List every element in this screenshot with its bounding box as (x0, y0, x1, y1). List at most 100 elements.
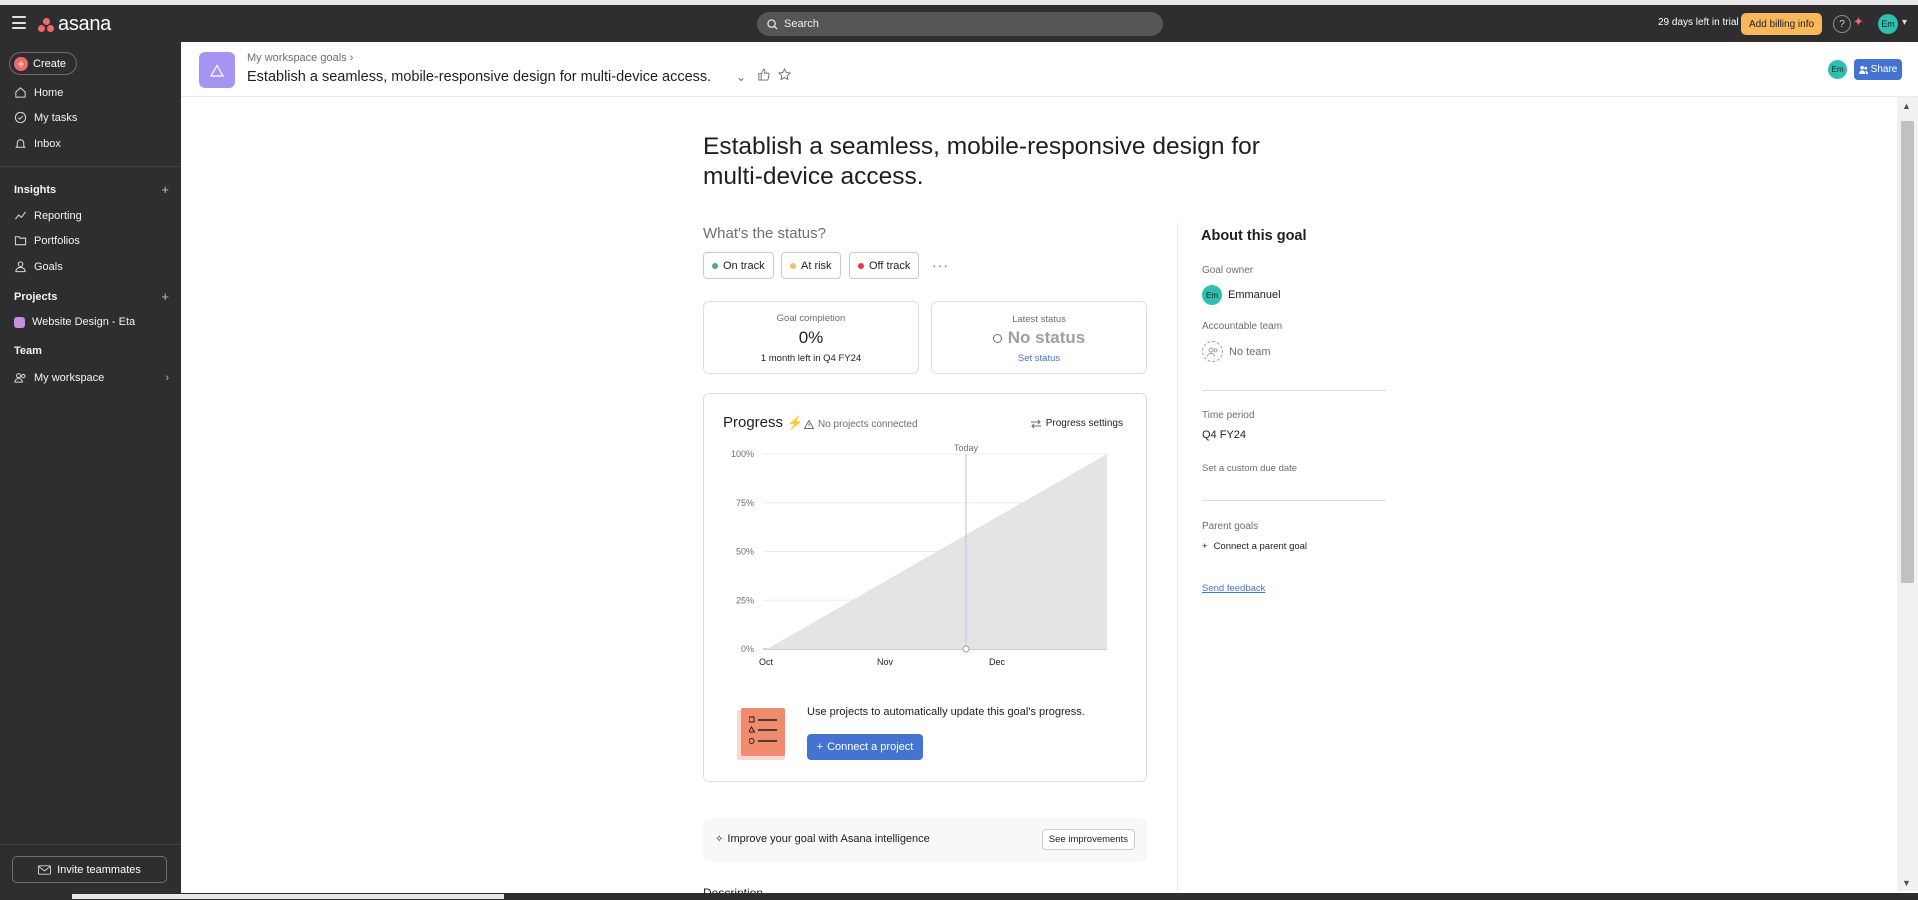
y-tick-label: 0% (741, 644, 754, 654)
create-label: Create (33, 57, 67, 70)
see-improvements-button[interactable]: See improvements (1041, 829, 1135, 850)
team-title: Team (14, 345, 42, 357)
connect-project-label: Connect a project (827, 741, 914, 753)
connect-parent-label: Connect a parent goal (1213, 541, 1308, 552)
horizontal-scrollbar-thumb[interactable] (72, 894, 504, 899)
sidebar-item-my-tasks[interactable]: My tasks (14, 111, 169, 124)
status-label: At risk (801, 259, 832, 272)
team-icon (14, 373, 26, 383)
custom-due-date-link[interactable]: Set a custom due date (1202, 463, 1297, 474)
y-tick-label: 25% (736, 595, 754, 605)
goal-title[interactable]: Establish a seamless, mobile-responsive … (703, 132, 1323, 192)
chevron-right-icon[interactable]: › (165, 372, 169, 384)
top-bar: asana Search 29 days left in trial Add b… (0, 5, 1918, 42)
star-icon[interactable] (777, 67, 792, 84)
about-title: About this goal (1201, 228, 1307, 244)
team-placeholder-icon (1202, 341, 1223, 362)
user-avatar[interactable]: Em (1878, 14, 1898, 34)
y-tick-label: 50% (736, 547, 754, 557)
menu-icon[interactable] (12, 16, 26, 29)
horizontal-scrollbar[interactable] (0, 893, 1918, 900)
sidebar-item-label: My tasks (34, 111, 78, 124)
send-feedback-link[interactable]: Send feedback (1202, 583, 1265, 594)
status-dot (790, 262, 796, 269)
sidebar-item-portfolios[interactable]: Portfolios (14, 234, 169, 247)
sidebar-divider (0, 166, 181, 167)
time-period-label: Time period (1202, 410, 1255, 421)
sidebar-item-reporting[interactable]: Reporting (14, 209, 169, 222)
scrollbar-thumb[interactable] (1901, 121, 1914, 583)
owner-name: Emmanuel (1228, 289, 1281, 301)
add-project-icon[interactable]: + (161, 290, 169, 303)
improve-goal-banner: ✧ Improve your goal with Asana intellige… (703, 818, 1147, 862)
breadcrumb[interactable]: My workspace goals › (247, 52, 353, 64)
chevron-down-icon[interactable]: ⌄ (736, 70, 746, 84)
breadcrumb-link[interactable]: My workspace goals (247, 52, 347, 64)
mail-icon (38, 864, 52, 875)
progress-card: Progress ⚡ No projects connected Progres… (703, 393, 1147, 782)
latest-status-card: Latest status No status Set status (931, 301, 1147, 374)
home-icon (15, 87, 26, 98)
improve-text: Improve your goal with Asana intelligenc… (727, 833, 930, 845)
insights-section-header[interactable]: Insights + (14, 183, 169, 196)
sidebar-item-label: Reporting (34, 209, 82, 222)
thumbs-up-icon[interactable] (757, 68, 770, 84)
connect-project-button[interactable]: + Connect a project (807, 734, 923, 760)
projects-section-header[interactable]: Projects + (14, 290, 169, 303)
progress-settings-button[interactable]: Progress settings (1030, 418, 1123, 429)
progress-settings-label: Progress settings (1045, 418, 1123, 429)
x-tick-label: Dec (989, 657, 1006, 667)
share-button[interactable]: Share (1854, 59, 1902, 80)
set-status-link[interactable]: Set status (932, 353, 1146, 364)
vertical-scrollbar[interactable]: ▲ ▼ (1897, 97, 1918, 891)
sidebar-item-label: Goals (34, 260, 63, 273)
goal-owner-label: Goal owner (1202, 265, 1254, 276)
folder-icon (14, 236, 27, 246)
invite-label: Invite teammates (57, 863, 141, 876)
status-on-track-button[interactable]: On track (703, 252, 774, 279)
sidebar-item-home[interactable]: Home (14, 86, 169, 99)
goal-completion-card: Goal completion 0% 1 month left in Q4 FY… (703, 301, 919, 374)
no-projects-warning: No projects connected (804, 419, 918, 430)
checklist-illustration (737, 708, 785, 760)
chevron-down-icon[interactable]: ▾ (1902, 17, 1907, 28)
asana-logo[interactable]: asana (38, 13, 111, 36)
member-avatar[interactable]: Em (1828, 60, 1847, 79)
add-insight-icon[interactable]: + (161, 183, 169, 196)
invite-teammates-button[interactable]: Invite teammates (12, 856, 167, 883)
connect-parent-goal-button[interactable]: + Connect a parent goal (1202, 541, 1307, 552)
lightning-icon: ⚡ (787, 415, 804, 430)
status-dot (712, 262, 718, 269)
sidebar-item-inbox[interactable]: Inbox (14, 137, 169, 150)
status-at-risk-button[interactable]: At risk (781, 252, 841, 279)
goal-owner[interactable]: Em Emmanuel (1202, 285, 1281, 305)
x-tick-label: Nov (877, 657, 894, 667)
reporting-icon (14, 211, 27, 220)
scroll-down-arrow[interactable]: ▼ (1902, 878, 1911, 888)
owner-avatar: Em (1202, 285, 1222, 305)
add-billing-button[interactable]: Add billing info (1741, 13, 1823, 35)
time-period-value[interactable]: Q4 FY24 (1202, 429, 1246, 441)
sidebar-item-project[interactable]: Website Design - Eta (14, 316, 169, 328)
help-icon[interactable]: ? (1833, 15, 1851, 33)
check-circle-icon (14, 111, 27, 124)
search-input[interactable]: Search (757, 12, 1163, 36)
warning-icon (804, 420, 814, 429)
progress-title: Progress (723, 414, 784, 431)
scroll-up-arrow[interactable]: ▲ (1902, 101, 1911, 111)
status-off-track-button[interactable]: Off track (849, 252, 920, 279)
project-color-swatch (14, 316, 25, 328)
goal-icon (199, 52, 235, 88)
sidebar-item-my-workspace[interactable]: My workspace › (14, 371, 169, 384)
progress-chart: 100% 75% 50% 25% 0% Oct Nov Dec Today (731, 443, 1107, 667)
completion-label: Goal completion (776, 313, 846, 324)
sidebar-item-goals[interactable]: Goals (14, 260, 169, 273)
about-divider (1202, 500, 1386, 501)
more-options-icon[interactable]: ··· (932, 257, 949, 273)
people-icon (1858, 65, 1868, 74)
accountable-team[interactable]: No team (1202, 341, 1271, 362)
sparkle-icon[interactable]: ✦ (1853, 14, 1864, 30)
plus-icon: + (816, 741, 824, 753)
completion-sub: 1 month left in Q4 FY24 (760, 353, 862, 364)
create-button[interactable]: + Create (9, 52, 78, 75)
